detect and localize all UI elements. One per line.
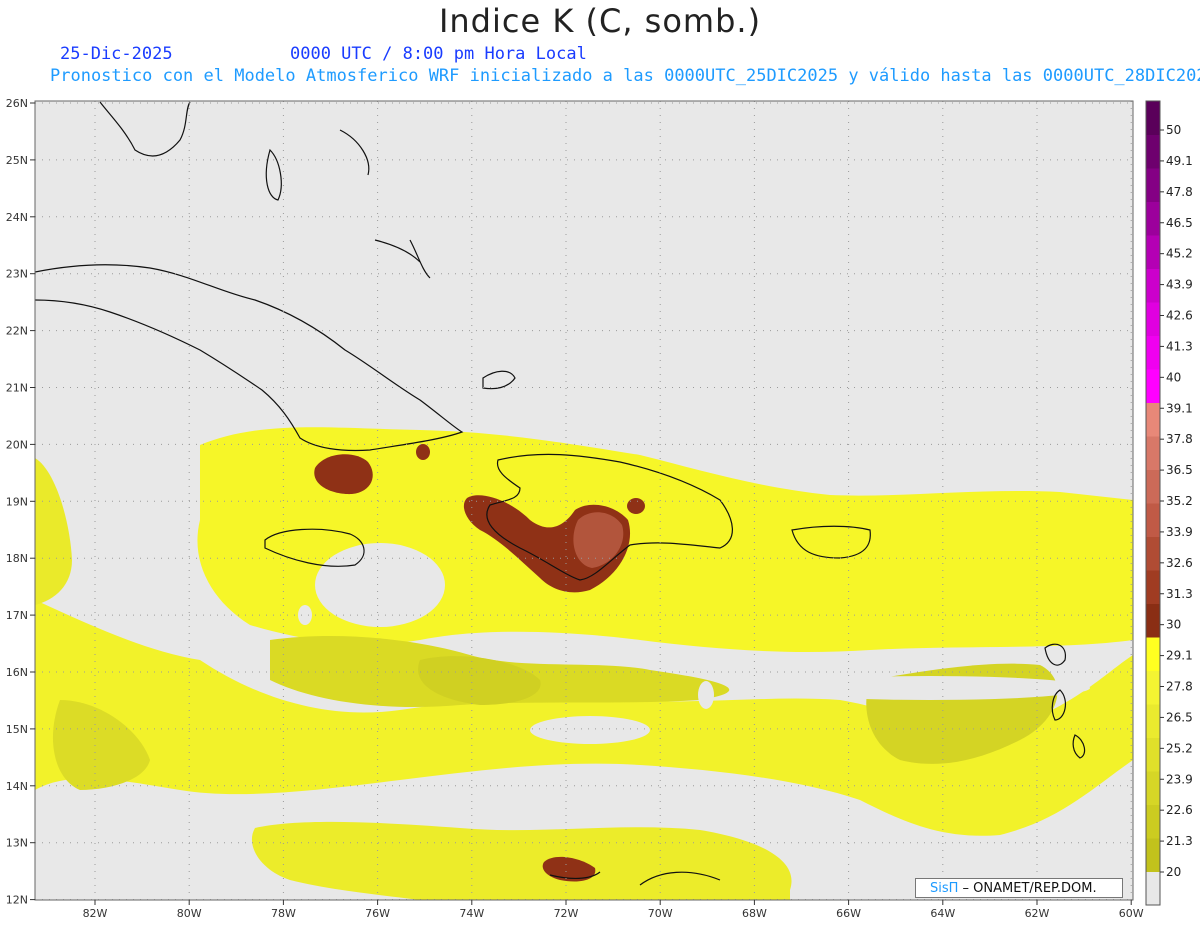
colorbar-swatch (1146, 737, 1160, 772)
credit-org: – ONAMET/REP.DOM. (958, 881, 1097, 896)
colorbar-swatch (1146, 536, 1160, 571)
colorbar-tick-label: 43.9 (1166, 278, 1193, 292)
k-hole-3 (770, 676, 1090, 700)
colorbar-tick-label: 31.3 (1166, 587, 1193, 601)
k-hole-4 (698, 681, 714, 709)
colorbar-swatch (1146, 469, 1160, 504)
colorbar-tick-label: 45.2 (1166, 247, 1193, 261)
lat-tick-label: 19N (6, 495, 28, 508)
lon-tick-label: 74W (459, 907, 484, 920)
colorbar-swatch (1146, 201, 1160, 236)
colorbar-tick-label: 36.5 (1166, 463, 1193, 477)
credit-brand: SisΠ (930, 881, 959, 896)
colorbar-swatch (1146, 637, 1160, 671)
colorbar-tick-label: 30 (1166, 618, 1181, 632)
colorbar-tick-label: 20 (1166, 865, 1181, 879)
colorbar-tick-label: 21.3 (1166, 834, 1193, 848)
weather-map: 26N 25N 24N 23N 22N 21N 20N 19N 18N 17N 16N 15N 14N 1… (6, 97, 1193, 920)
colorbar-tick-label: 29.1 (1166, 649, 1193, 663)
lat-tick-label: 17N (6, 609, 28, 622)
lon-tick-label: 62W (1025, 907, 1050, 920)
colorbar-tick-label: 33.9 (1166, 525, 1193, 539)
longitude-labels: 82W 80W 78W 76W 74W 72W 70W 68W 66W 64W 62W 60W (83, 900, 1144, 920)
colorbar-swatch (1146, 335, 1160, 370)
colorbar-swatch (1146, 771, 1160, 805)
lon-tick-label: 72W (554, 907, 579, 920)
k-hole-5 (298, 605, 312, 625)
lat-tick-label: 18N (6, 552, 28, 565)
lon-tick-label: 78W (271, 907, 296, 920)
lat-tick-label: 15N (6, 723, 28, 736)
colorbar-tick-label: 47.8 (1166, 185, 1193, 199)
lon-tick-label: 66W (836, 907, 861, 920)
colorbar-swatch (1146, 436, 1160, 470)
colorbar-swatch (1146, 268, 1160, 303)
k-hole-2 (530, 716, 650, 744)
k-band-yellow-low (251, 821, 792, 900)
lat-tick-label: 14N (6, 780, 28, 793)
lat-tick-label: 23N (6, 268, 28, 281)
colorbar-tick-label: 37.8 (1166, 432, 1193, 446)
k-cell-brown-5 (627, 498, 645, 514)
colorbar-swatch (1146, 670, 1160, 705)
colorbar-tick-label: 40 (1166, 370, 1181, 384)
lon-tick-label: 68W (742, 907, 767, 920)
colorbar-tick-label: 49.1 (1166, 154, 1193, 168)
colorbar-tick-label: 22.6 (1166, 803, 1193, 817)
colorbar-swatch (1146, 603, 1160, 638)
colorbar-tick-label: 26.5 (1166, 710, 1193, 724)
lat-tick-label: 25N (6, 154, 28, 167)
k-hole-1 (315, 543, 445, 627)
k-cell-brown-4 (416, 444, 430, 460)
colorbar-swatch (1146, 804, 1160, 839)
colorbar-tick-label: 41.3 (1166, 339, 1193, 353)
lon-tick-label: 64W (930, 907, 955, 920)
colorbar-tick-label: 50 (1166, 123, 1181, 137)
colorbar-swatch (1146, 369, 1160, 403)
colorbar-swatch (1146, 871, 1160, 906)
colorbar-tick-label: 46.5 (1166, 216, 1193, 230)
lon-tick-label: 70W (648, 907, 673, 920)
lon-tick-label: 80W (177, 907, 202, 920)
colorbar-tick-label: 35.2 (1166, 494, 1193, 508)
colorbar-swatch (1146, 101, 1160, 135)
colorbar-swatch (1146, 168, 1160, 202)
colorbar-tick-label: 27.8 (1166, 680, 1193, 694)
lat-tick-label: 12N (6, 894, 28, 907)
lat-tick-label: 20N (6, 438, 28, 451)
colorbar-swatch (1146, 704, 1160, 738)
lat-tick-label: 22N (6, 325, 28, 338)
lat-tick-label: 26N (6, 97, 28, 110)
colorbar-swatch (1146, 503, 1160, 537)
colorbar-tick-label: 42.6 (1166, 309, 1193, 323)
colorbar-swatch (1146, 235, 1160, 269)
lat-tick-label: 13N (6, 837, 28, 850)
lon-tick-label: 60W (1119, 907, 1144, 920)
lat-tick-label: 24N (6, 211, 28, 224)
lat-tick-label: 16N (6, 666, 28, 679)
colorbar-swatch (1146, 302, 1160, 336)
colorbar-swatch (1146, 838, 1160, 872)
lat-tick-label: 21N (6, 382, 28, 395)
credit-box: SisΠ – ONAMET/REP.DOM. (915, 878, 1123, 898)
latitude-labels: 26N 25N 24N 23N 22N 21N 20N 19N 18N 17N 16N 15N 14N 1… (6, 97, 35, 907)
colorbar-tick-label: 39.1 (1166, 401, 1193, 415)
colorbar-tick-label: 23.9 (1166, 772, 1193, 786)
colorbar-swatch (1146, 402, 1160, 437)
colorbar-tick-label: 25.2 (1166, 741, 1193, 755)
colorbar-swatch (1146, 570, 1160, 604)
colorbar-swatch (1146, 134, 1160, 169)
lon-tick-label: 82W (83, 907, 108, 920)
colorbar: 50 49.1 47.8 46.5 45.2 43.9 42.6 41.3 40 39.1 37.8… (1145, 100, 1193, 906)
lon-tick-label: 76W (365, 907, 390, 920)
colorbar-tick-label: 32.6 (1166, 556, 1193, 570)
